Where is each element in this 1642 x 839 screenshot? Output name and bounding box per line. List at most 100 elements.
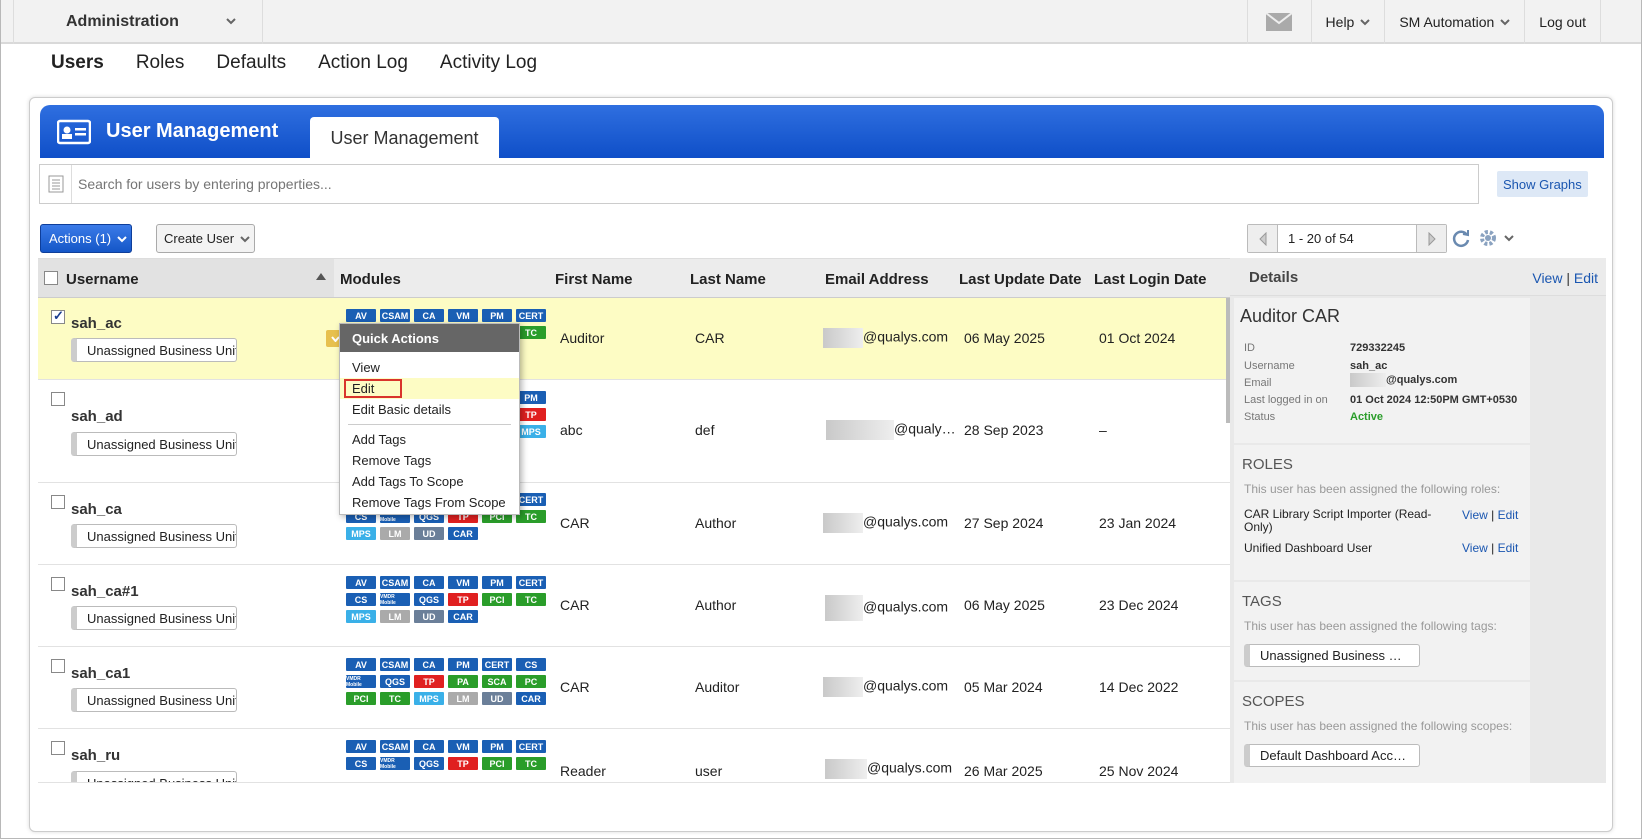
menu-item-edit-label: Edit [344, 379, 403, 398]
last-update-date: 06 May 2025 [964, 330, 1045, 346]
email-domain: @qualys.com [863, 328, 949, 345]
panel-title: User Management [106, 120, 279, 142]
menu-item-add-tags-scope[interactable]: Add Tags To Scope [340, 471, 519, 492]
menu-item-view[interactable]: View [340, 357, 519, 378]
help-menu[interactable]: Help [1310, 0, 1385, 44]
col-first-name[interactable]: First Name [555, 271, 633, 288]
nav-roles[interactable]: Roles [136, 52, 185, 74]
table-row[interactable]: sah_ca1 Unassigned Business Unit AV CSAM C… [38, 647, 1230, 729]
role-name: CAR Library Script Importer (Read-Only) [1244, 507, 1432, 534]
account-menu[interactable]: SM Automation [1384, 0, 1524, 44]
app-switcher[interactable]: Administration [13, 0, 263, 44]
row-checkbox[interactable] [51, 495, 65, 509]
module-badge: CA [414, 740, 444, 753]
nav-users[interactable]: Users [51, 52, 104, 74]
menu-item-edit[interactable]: Edit [340, 378, 519, 399]
first-name: CAR [560, 515, 590, 531]
select-all-checkbox[interactable] [44, 271, 58, 285]
scope-pill[interactable]: Default Dashboard Acc… [1244, 744, 1420, 767]
last-login-date: 14 Dec 2022 [1099, 679, 1179, 695]
module-badge: SCA [482, 675, 512, 688]
col-last-login[interactable]: Last Login Date [1094, 271, 1207, 288]
module-badge: TC [380, 692, 410, 705]
module-badge: VM [448, 740, 478, 753]
show-graphs-button[interactable]: Show Graphs [1497, 171, 1588, 197]
redacted-email [823, 513, 863, 533]
actions-button[interactable]: Actions (1) [40, 224, 132, 253]
user-summary: Auditor CAR ID 729332245 Username sah_ac… [1234, 298, 1530, 443]
create-user-button[interactable]: Create User [156, 224, 255, 253]
email-domain: @qualys.com [1386, 373, 1458, 386]
table-row[interactable]: sah_ac Unassigned Business Unit AV CSAM CA… [38, 298, 1230, 380]
username: sah_ac [71, 315, 122, 332]
details-edit-link[interactable]: Edit [1574, 270, 1598, 286]
prev-page-button[interactable] [1248, 225, 1278, 252]
module-badge: CERT [516, 576, 546, 589]
row-checkbox[interactable] [51, 741, 65, 755]
business-unit-tag: Unassigned Business Unit [71, 771, 237, 782]
email-domain: @qualys.com [863, 598, 949, 615]
search-bar [39, 164, 1479, 204]
col-modules[interactable]: Modules [340, 271, 401, 288]
menu-item-remove-tags[interactable]: Remove Tags [340, 450, 519, 471]
role-edit-link[interactable]: Edit [1498, 508, 1519, 522]
refresh-icon[interactable] [1451, 228, 1471, 248]
next-page-button[interactable] [1416, 225, 1446, 252]
roles-section: ROLES This user has been assigned the fo… [1234, 445, 1530, 580]
menu-item-remove-tags-scope[interactable]: Remove Tags From Scope [340, 492, 519, 513]
nav-action-log[interactable]: Action Log [318, 52, 408, 74]
create-user-label: Create User [164, 231, 235, 246]
last-update-date: 27 Sep 2024 [964, 515, 1044, 531]
module-badge: CS [346, 757, 376, 770]
email: @qualys.com [823, 677, 948, 697]
module-badge: CAR [448, 610, 478, 623]
module-badge: QGS [380, 675, 410, 688]
menu-item-edit-basic[interactable]: Edit Basic details [340, 399, 519, 420]
settings-menu[interactable] [1478, 228, 1514, 248]
module-badge: PC [516, 675, 546, 688]
first-name: Reader [560, 763, 606, 779]
role-view-link[interactable]: View [1462, 541, 1488, 555]
table-row[interactable]: sah_ca#1 Unassigned Business Unit AV CSAM… [38, 565, 1230, 647]
details-header: Details View | Edit [1230, 258, 1606, 296]
nav-activity-log[interactable]: Activity Log [440, 52, 537, 74]
table-row[interactable]: sah_ru Unassigned Business Unit AV CSAM CA… [38, 729, 1230, 783]
first-name: CAR [560, 597, 590, 613]
nav-defaults[interactable]: Defaults [216, 52, 286, 74]
sort-asc-icon [316, 273, 326, 280]
row-checkbox[interactable] [51, 659, 65, 673]
last-update-date: 28 Sep 2023 [964, 422, 1044, 438]
col-email[interactable]: Email Address [825, 271, 929, 288]
module-badge: PM [482, 309, 512, 322]
username: sah_ca1 [71, 665, 131, 682]
page-range: 1 - 20 of 54 [1288, 231, 1354, 246]
module-badge: CERT [482, 658, 512, 671]
messages-button[interactable] [1246, 0, 1311, 44]
tab-user-management[interactable]: User Management [310, 117, 499, 160]
col-last-name[interactable]: Last Name [690, 271, 766, 288]
module-badge: LM [380, 527, 410, 540]
row-checkbox[interactable] [51, 392, 65, 406]
table-row[interactable]: sah_ca Unassigned Business Unit CERTCSVM… [38, 483, 1230, 565]
logout-link[interactable]: Log out [1524, 0, 1601, 44]
list-icon[interactable] [40, 165, 72, 203]
menu-item-add-tags[interactable]: Add Tags [340, 429, 519, 450]
details-view-link[interactable]: View [1532, 270, 1562, 286]
module-badge: AV [346, 576, 376, 589]
module-badge: CAR [516, 692, 546, 705]
table-row[interactable]: sah_ad Unassigned Business Unit PM TP MPS … [38, 380, 1230, 483]
col-username[interactable]: Username [66, 271, 139, 288]
row-checkbox[interactable] [51, 577, 65, 591]
col-last-update[interactable]: Last Update Date [959, 271, 1082, 288]
role-view-link[interactable]: View [1462, 508, 1488, 522]
role-edit-link[interactable]: Edit [1498, 541, 1519, 555]
module-badge: VM [448, 576, 478, 589]
tag-pill[interactable]: Unassigned Business … [1244, 644, 1420, 667]
scopes-subtitle: This user has been assigned the followin… [1244, 719, 1513, 733]
row-checkbox[interactable] [51, 308, 65, 324]
email: @qualys.com [825, 595, 948, 621]
search-input[interactable] [78, 173, 1458, 195]
chevron-down-icon [226, 18, 236, 25]
roles-subtitle: This user has been assigned the followin… [1244, 482, 1501, 496]
email-domain: @qualys.com [867, 759, 953, 776]
